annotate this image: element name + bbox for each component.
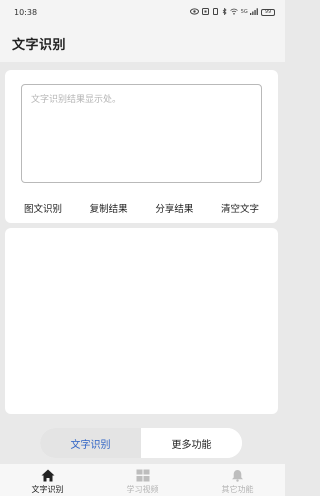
bell-icon (230, 468, 246, 482)
nfc-icon (201, 7, 209, 17)
battery-icon: 99 (261, 8, 275, 16)
status-icons: 5G 99 (189, 7, 275, 17)
grid-icon (135, 468, 151, 482)
tab-study-videos[interactable]: 学习视频 (95, 464, 190, 495)
ocr-card: 文字识别结果显示处。 图文识别 复制结果 分享结果 清空文字 (5, 70, 278, 223)
image-ocr-button[interactable]: 图文识别 (21, 201, 65, 215)
tab-label: 其它功能 (221, 485, 254, 494)
result-placeholder: 文字识别结果显示处。 (31, 95, 122, 105)
home-icon (40, 468, 56, 482)
segment-more-functions[interactable]: 更多功能 (141, 428, 242, 458)
tab-label: 学习视频 (126, 485, 159, 494)
vibrate-icon (212, 7, 219, 17)
segment-text-ocr[interactable]: 文字识别 (40, 428, 141, 458)
signal-text: 5G (240, 8, 248, 15)
status-bar: 10:38 5G 99 (0, 0, 285, 24)
bottom-tab-bar: 文字识别 学习视频 其它功能 (0, 464, 285, 496)
action-row: 图文识别 复制结果 分享结果 清空文字 (21, 201, 262, 215)
app-header: 文字识别 (0, 24, 285, 62)
copy-result-button[interactable]: 复制结果 (87, 201, 131, 215)
eye-icon (189, 7, 199, 17)
signal-icon: 5G (240, 7, 258, 17)
clear-text-button[interactable]: 清空文字 (218, 201, 262, 215)
content-card (5, 228, 278, 414)
tab-label: 文字识别 (31, 485, 64, 494)
wifi-icon (229, 8, 238, 17)
bluetooth-icon (222, 7, 227, 17)
tab-other-functions[interactable]: 其它功能 (190, 464, 285, 495)
segmented-control: 文字识别 更多功能 (40, 428, 242, 458)
tab-text-ocr[interactable]: 文字识别 (0, 464, 95, 495)
share-result-button[interactable]: 分享结果 (152, 201, 196, 215)
status-time: 10:38 (14, 7, 38, 17)
page-title: 文字识别 (12, 37, 67, 53)
result-text-area[interactable]: 文字识别结果显示处。 (21, 84, 262, 183)
